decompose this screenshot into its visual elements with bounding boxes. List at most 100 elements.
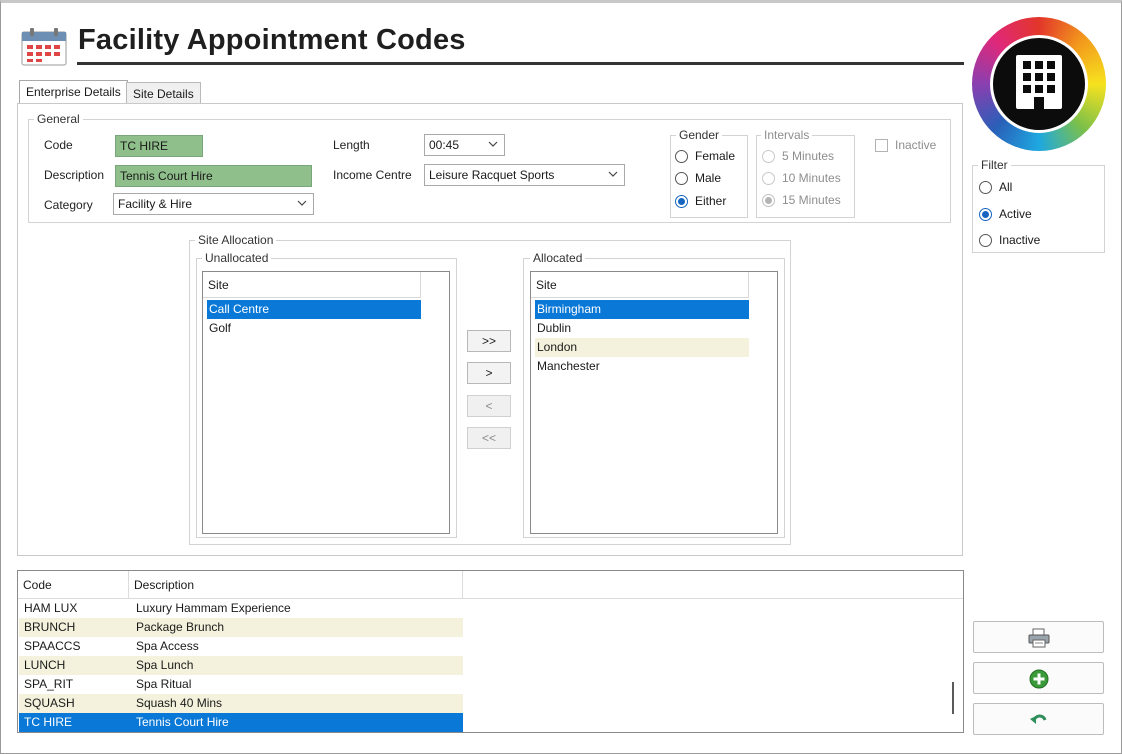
add-icon bbox=[1029, 669, 1049, 689]
cell-description: Spa Access bbox=[136, 639, 199, 653]
filter-all-label: All bbox=[999, 180, 1013, 194]
list-item[interactable]: Manchester bbox=[535, 357, 749, 376]
gender-male-label: Male bbox=[695, 171, 722, 185]
description-field[interactable]: Tennis Court Hire bbox=[115, 165, 312, 187]
chevron-down-icon bbox=[608, 171, 618, 177]
interval-10-option: 10 Minutes bbox=[762, 171, 841, 185]
radio-button[interactable] bbox=[675, 171, 688, 185]
table-row-selected[interactable]: TC HIRE Tennis Court Hire bbox=[19, 713, 463, 732]
remove-all-button[interactable]: << bbox=[467, 427, 511, 449]
grid-scrollbar[interactable] bbox=[952, 682, 954, 714]
code-field[interactable]: TC HIRE bbox=[115, 135, 203, 157]
cell-code: LUNCH bbox=[24, 658, 66, 672]
tab-enterprise-details[interactable]: Enterprise Details bbox=[19, 80, 128, 104]
category-select[interactable]: Facility & Hire bbox=[113, 193, 314, 215]
add-button[interactable]: > bbox=[467, 362, 511, 384]
income-centre-label: Income Centre bbox=[333, 168, 412, 182]
unallocated-label: Unallocated bbox=[202, 251, 272, 265]
gender-group-label: Gender bbox=[676, 128, 723, 142]
code-label: Code bbox=[44, 138, 73, 152]
radio-button-checked[interactable] bbox=[675, 194, 688, 208]
inactive-label: Inactive bbox=[895, 138, 937, 152]
undo-icon bbox=[1030, 714, 1047, 724]
radio-button bbox=[762, 149, 775, 163]
list-item[interactable]: Dublin bbox=[535, 319, 749, 338]
cell-code: TC HIRE bbox=[24, 715, 72, 729]
title-divider bbox=[77, 62, 964, 65]
table-row[interactable]: BRUNCH Package Brunch bbox=[19, 618, 463, 637]
cell-code: SPA_RIT bbox=[24, 677, 74, 691]
interval-5-option: 5 Minutes bbox=[762, 149, 834, 163]
cell-description: Spa Ritual bbox=[136, 677, 192, 691]
filter-active-option[interactable]: Active bbox=[979, 207, 1032, 221]
cell-code: SPAACCS bbox=[24, 639, 81, 653]
category-select-value: Facility & Hire bbox=[118, 197, 193, 211]
category-label: Category bbox=[44, 198, 93, 212]
remove-button[interactable]: < bbox=[467, 395, 511, 417]
list-item[interactable]: London bbox=[535, 338, 749, 357]
gender-male-option[interactable]: Male bbox=[675, 171, 721, 185]
interval-5-label: 5 Minutes bbox=[782, 149, 835, 163]
filter-active-label: Active bbox=[999, 207, 1032, 221]
site-allocation-label: Site Allocation bbox=[195, 233, 277, 247]
income-centre-select[interactable]: Leisure Racquet Sports bbox=[424, 164, 625, 186]
radio-button[interactable] bbox=[979, 233, 992, 247]
filter-inactive-label: Inactive bbox=[999, 233, 1041, 247]
cell-description: Luxury Hammam Experience bbox=[136, 601, 291, 615]
printer-icon bbox=[1028, 628, 1050, 648]
general-group-label: General bbox=[34, 112, 83, 126]
tab-site-details[interactable]: Site Details bbox=[126, 82, 201, 104]
building-icon bbox=[1016, 55, 1062, 109]
filter-label: Filter bbox=[978, 158, 1011, 172]
radio-button[interactable] bbox=[675, 149, 688, 163]
column-header-description[interactable]: Description bbox=[129, 571, 463, 599]
interval-10-label: 10 Minutes bbox=[782, 171, 841, 185]
inactive-checkbox-row[interactable]: Inactive bbox=[875, 138, 936, 152]
intervals-group-label: Intervals bbox=[761, 128, 813, 142]
allocated-list[interactable]: Site Birmingham Dublin London Manchester bbox=[530, 271, 778, 534]
chevron-down-icon bbox=[488, 141, 498, 147]
table-row[interactable]: SPA_RIT Spa Ritual bbox=[19, 675, 463, 694]
add-all-button[interactable]: >> bbox=[467, 330, 511, 352]
allocated-column-header[interactable]: Site bbox=[531, 272, 749, 298]
table-row[interactable]: LUNCH Spa Lunch bbox=[19, 656, 463, 675]
grid-header: Code Description bbox=[18, 571, 963, 599]
cell-code: HAM LUX bbox=[24, 601, 78, 615]
filter-inactive-option[interactable]: Inactive bbox=[979, 233, 1040, 247]
column-header-code[interactable]: Code bbox=[18, 571, 129, 599]
length-label: Length bbox=[333, 138, 370, 152]
gender-either-option[interactable]: Either bbox=[675, 194, 726, 208]
length-select-value: 00:45 bbox=[429, 138, 460, 152]
inactive-checkbox[interactable] bbox=[875, 138, 888, 152]
unallocated-column-header[interactable]: Site bbox=[203, 272, 421, 298]
description-label: Description bbox=[44, 168, 105, 182]
interval-15-label: 15 Minutes bbox=[782, 193, 841, 207]
list-item[interactable]: Birmingham bbox=[535, 300, 749, 319]
radio-button bbox=[762, 171, 775, 185]
add-record-button[interactable] bbox=[973, 662, 1104, 694]
interval-15-option: 15 Minutes bbox=[762, 193, 841, 207]
cell-description: Package Brunch bbox=[136, 620, 225, 634]
page-title: Facility Appointment Codes bbox=[78, 24, 466, 56]
cell-description: Tennis Court Hire bbox=[136, 715, 229, 729]
cell-description: Squash 40 Mins bbox=[136, 696, 223, 710]
unallocated-list[interactable]: Site Call Centre Golf bbox=[202, 271, 450, 534]
allocated-label: Allocated bbox=[530, 251, 586, 265]
table-row[interactable]: SQUASH Squash 40 Mins bbox=[19, 694, 463, 713]
income-centre-select-value: Leisure Racquet Sports bbox=[429, 168, 555, 182]
radio-button[interactable] bbox=[979, 180, 992, 194]
cell-description: Spa Lunch bbox=[136, 658, 194, 672]
calendar-icon bbox=[21, 28, 67, 66]
chevron-down-icon bbox=[297, 200, 307, 206]
undo-button[interactable] bbox=[973, 703, 1104, 735]
codes-grid[interactable]: Code Description HAM LUX Luxury Hammam E… bbox=[17, 570, 964, 733]
list-item[interactable]: Golf bbox=[207, 319, 421, 338]
table-row[interactable]: HAM LUX Luxury Hammam Experience bbox=[19, 599, 463, 618]
gender-female-option[interactable]: Female bbox=[675, 149, 735, 163]
list-item[interactable]: Call Centre bbox=[207, 300, 421, 319]
length-select[interactable]: 00:45 bbox=[424, 134, 505, 156]
table-row[interactable]: SPAACCS Spa Access bbox=[19, 637, 463, 656]
filter-all-option[interactable]: All bbox=[979, 180, 1012, 194]
radio-button-checked[interactable] bbox=[979, 207, 992, 221]
print-button[interactable] bbox=[973, 621, 1104, 653]
